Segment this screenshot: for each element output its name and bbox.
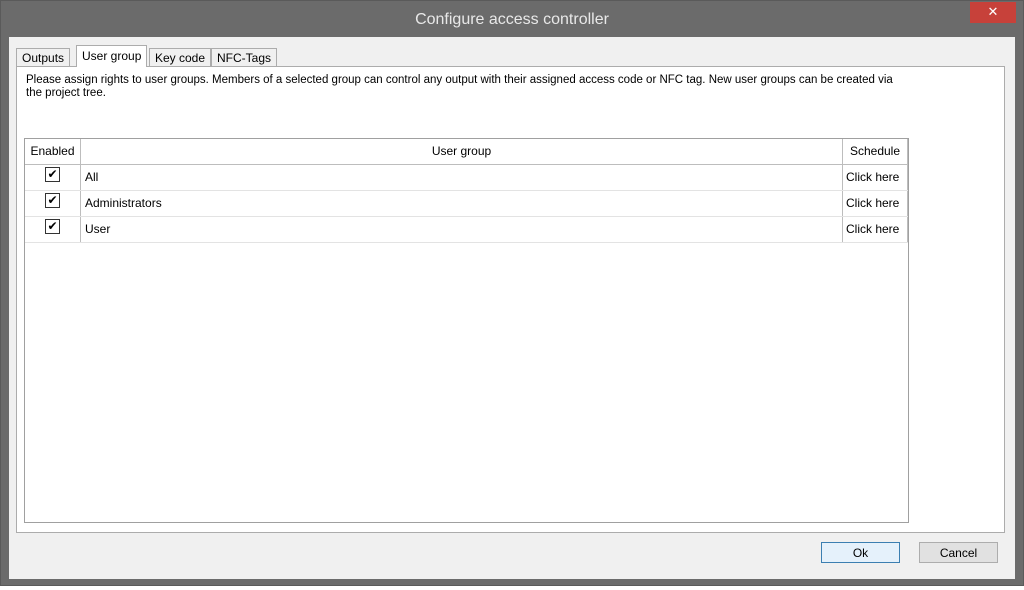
column-header-user-group[interactable]: User group xyxy=(81,139,843,164)
ok-button[interactable]: Ok xyxy=(821,542,900,563)
enabled-checkbox[interactable]: ✔ xyxy=(45,167,60,183)
user-group-cell[interactable]: User xyxy=(81,217,843,242)
close-button[interactable]: ✕ xyxy=(970,2,1016,23)
tab-user-group[interactable]: User group xyxy=(76,45,148,67)
cancel-button[interactable]: Cancel xyxy=(919,542,998,563)
enabled-cell: ✔ xyxy=(25,217,81,242)
tab-outputs[interactable]: Outputs xyxy=(16,48,71,67)
column-header-enabled[interactable]: Enabled xyxy=(25,139,81,164)
title-bar[interactable]: Configure access controller ✕ xyxy=(1,1,1023,37)
dialog-client-area: Outputs User group Key code NFC-Tags Ple… xyxy=(9,37,1015,579)
window-title: Configure access controller xyxy=(415,11,609,28)
user-group-cell[interactable]: All xyxy=(81,165,843,190)
user-group-cell[interactable]: Administrators xyxy=(81,191,843,216)
tab-key-code[interactable]: Key code xyxy=(149,48,212,67)
schedule-link[interactable]: Click here xyxy=(843,217,908,242)
table-row[interactable]: ✔ Administrators Click here xyxy=(25,191,908,217)
user-group-panel: Please assign rights to user groups. Mem… xyxy=(16,66,1005,533)
dialog-window: Configure access controller ✕ Outputs Us… xyxy=(0,0,1024,586)
grid-header-row: Enabled User group Schedule xyxy=(25,139,908,165)
panel-description: Please assign rights to user groups. Mem… xyxy=(26,74,893,99)
close-icon: ✕ xyxy=(987,4,999,19)
tab-nfc-tags[interactable]: NFC-Tags xyxy=(211,48,278,67)
enabled-cell: ✔ xyxy=(25,165,81,190)
enabled-cell: ✔ xyxy=(25,191,81,216)
column-header-schedule[interactable]: Schedule xyxy=(843,139,908,164)
enabled-checkbox[interactable]: ✔ xyxy=(45,193,60,209)
enabled-checkbox[interactable]: ✔ xyxy=(45,219,60,235)
table-row[interactable]: ✔ All Click here xyxy=(25,165,908,191)
schedule-link[interactable]: Click here xyxy=(843,165,908,190)
table-row[interactable]: ✔ User Click here xyxy=(25,217,908,243)
user-group-grid[interactable]: Enabled User group Schedule ✔ All Click … xyxy=(24,138,909,523)
schedule-link[interactable]: Click here xyxy=(843,191,908,216)
